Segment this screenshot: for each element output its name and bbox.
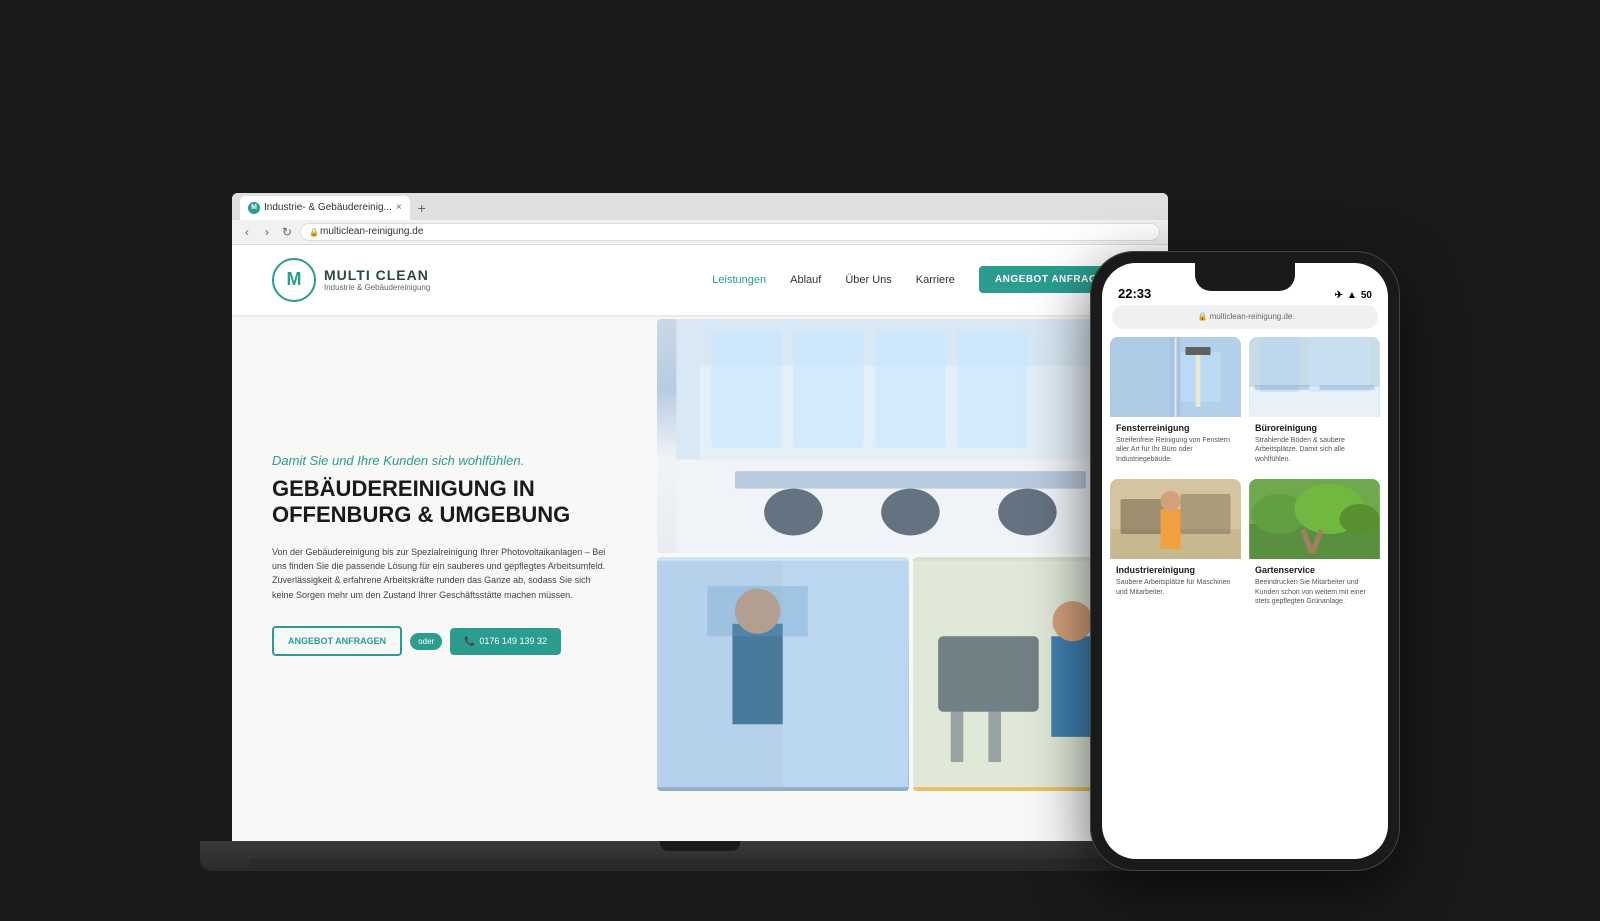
service-card-body-industrie: Industriereinigung Saubere Arbeitsplätze… — [1110, 559, 1241, 604]
service-card-garten[interactable]: Gartenservice Beeindrucken Sie Mitarbeit… — [1249, 479, 1380, 613]
browser-tab[interactable]: M Industrie- & Gebäudereinig... × — [240, 196, 410, 220]
phone-time: 22:33 — [1118, 286, 1151, 301]
service-grid: Fensterreinigung Streifenfreie Reinigung… — [1110, 337, 1380, 614]
battery-icon: 50 — [1361, 290, 1372, 301]
site-hero: Damit Sie und Ihre Kunden sich wohlfühle… — [232, 315, 1168, 795]
nav-karriere[interactable]: Karriere — [916, 274, 955, 286]
phone-content: Fensterreinigung Streifenfreie Reinigung… — [1102, 337, 1388, 614]
oder-label: oder — [410, 633, 442, 650]
scene: M Industrie- & Gebäudereinig... × + ‹ › … — [200, 51, 1400, 871]
forward-button[interactable]: › — [260, 225, 274, 239]
service-card-img-buero — [1249, 337, 1380, 417]
service-industrie-desc: Saubere Arbeitsplätze für Maschinen und … — [1116, 578, 1235, 598]
window-cleaner-svg — [657, 557, 908, 791]
phone-button[interactable]: 📞 0176 149 139 32 — [450, 628, 561, 655]
nav-leistungen[interactable]: Leistungen — [712, 274, 766, 286]
address-bar[interactable]: 🔒 multiclean-reinigung.de — [300, 223, 1160, 241]
phone-screen: 22:33 ✈ ▲ 50 🔒 multiclean-reinigung.de — [1102, 263, 1388, 859]
hero-title-line1: GEBÄUDEREINIGUNG IN — [272, 476, 535, 501]
tab-close-icon[interactable]: × — [396, 202, 402, 213]
phone-outer: 22:33 ✈ ▲ 50 🔒 multiclean-reinigung.de — [1090, 251, 1400, 871]
logo-circle: M — [272, 258, 316, 302]
laptop-screen: M Industrie- & Gebäudereinig... × + ‹ › … — [232, 193, 1168, 841]
laptop-base — [250, 859, 1150, 871]
nav-links: Leistungen Ablauf Über Uns Karriere — [712, 274, 955, 286]
service-card-body-fenster: Fensterreinigung Streifenfreie Reinigung… — [1110, 417, 1241, 471]
logo-text: MULTI CLEAN Industrie & Gebäudereinigung — [324, 267, 430, 292]
hero-image-window-cleaner — [657, 557, 908, 791]
service-card-img-garten — [1249, 479, 1380, 559]
service-fenster-desc: Streifenfreie Reinigung von Fenstern all… — [1116, 436, 1235, 465]
service-industrie-title: Industriereinigung — [1116, 565, 1235, 575]
service-card-fenster[interactable]: Fensterreinigung Streifenfreie Reinigung… — [1110, 337, 1241, 471]
phone-status-icons: ✈ ▲ 50 — [1335, 290, 1372, 301]
service-buero-desc: Strahlende Böden & saubere Arbeitsplätze… — [1255, 436, 1374, 465]
back-button[interactable]: ‹ — [240, 225, 254, 239]
phone-icon: 📞 — [464, 636, 475, 647]
logo-area: M MULTI CLEAN Industrie & Gebäudereinigu… — [272, 258, 430, 302]
service-card-buero[interactable]: Büroreinigung Strahlende Böden & saubere… — [1249, 337, 1380, 471]
logo-sub-text: Industrie & Gebäudereinigung — [324, 283, 430, 292]
service-card-img-fenster — [1110, 337, 1241, 417]
angebot-button[interactable]: ANGEBOT ANFRAGEN — [272, 626, 402, 656]
phone-address-bar[interactable]: 🔒 multiclean-reinigung.de — [1112, 305, 1378, 329]
service-garten-title: Gartenservice — [1255, 565, 1374, 575]
airplane-icon: ✈ — [1335, 290, 1343, 301]
refresh-button[interactable]: ↻ — [280, 225, 294, 239]
service-fenster-title: Fensterreinigung — [1116, 423, 1235, 433]
office-svg — [657, 319, 1164, 553]
tab-add-button[interactable]: + — [410, 196, 434, 220]
laptop-screen-outer: M Industrie- & Gebäudereinig... × + ‹ › … — [220, 181, 1180, 841]
laptop-notch — [660, 841, 740, 851]
wifi-icon: ▲ — [1347, 290, 1357, 301]
nav-ablauf[interactable]: Ablauf — [790, 274, 821, 286]
browser-chrome: M Industrie- & Gebäudereinig... × + ‹ › … — [232, 193, 1168, 245]
lock-icon: 🔒 — [309, 228, 317, 236]
logo-letter: M — [287, 269, 302, 290]
website: M MULTI CLEAN Industrie & Gebäudereinigu… — [232, 245, 1168, 841]
service-card-body-garten: Gartenservice Beeindrucken Sie Mitarbeit… — [1249, 559, 1380, 613]
hero-content: Damit Sie und Ihre Kunden sich wohlfühle… — [232, 315, 653, 795]
phone-number: 0176 149 139 32 — [479, 636, 547, 646]
hero-title-line2: OFFENBURG & UMGEBUNG — [272, 502, 570, 527]
phone: 22:33 ✈ ▲ 50 🔒 multiclean-reinigung.de — [1090, 251, 1400, 871]
hero-title: GEBÄUDEREINIGUNG IN OFFENBURG & UMGEBUNG — [272, 476, 613, 529]
phone-address-text: multiclean-reinigung.de — [1210, 312, 1293, 321]
tab-title: Industrie- & Gebäudereinig... — [264, 202, 392, 213]
service-card-img-industrie — [1110, 479, 1241, 559]
hero-tagline: Damit Sie und Ihre Kunden sich wohlfühle… — [272, 453, 613, 468]
nav-ueber-uns[interactable]: Über Uns — [845, 274, 891, 286]
hero-buttons: ANGEBOT ANFRAGEN oder 📞 0176 149 139 32 — [272, 626, 613, 656]
service-card-body-buero: Büroreinigung Strahlende Böden & saubere… — [1249, 417, 1380, 471]
service-buero-title: Büroreinigung — [1255, 423, 1374, 433]
tab-favicon: M — [248, 202, 260, 214]
phone-lock-icon: 🔒 — [1198, 312, 1208, 321]
logo-main-text: MULTI CLEAN — [324, 267, 430, 283]
site-header: M MULTI CLEAN Industrie & Gebäudereinigu… — [232, 245, 1168, 315]
laptop: M Industrie- & Gebäudereinig... × + ‹ › … — [200, 121, 1200, 871]
address-text: multiclean-reinigung.de — [320, 226, 423, 237]
phone-notch — [1195, 263, 1295, 291]
hero-description: Von der Gebäudereinigung bis zur Spezial… — [272, 545, 613, 603]
hero-image-office — [657, 319, 1164, 553]
browser-toolbar: ‹ › ↻ 🔒 multiclean-reinigung.de — [232, 220, 1168, 244]
browser-tabs: M Industrie- & Gebäudereinig... × + — [232, 193, 1168, 220]
service-garten-desc: Beeindrucken Sie Mitarbeiter und Kunden … — [1255, 578, 1374, 607]
service-card-industrie[interactable]: Industriereinigung Saubere Arbeitsplätze… — [1110, 479, 1241, 613]
